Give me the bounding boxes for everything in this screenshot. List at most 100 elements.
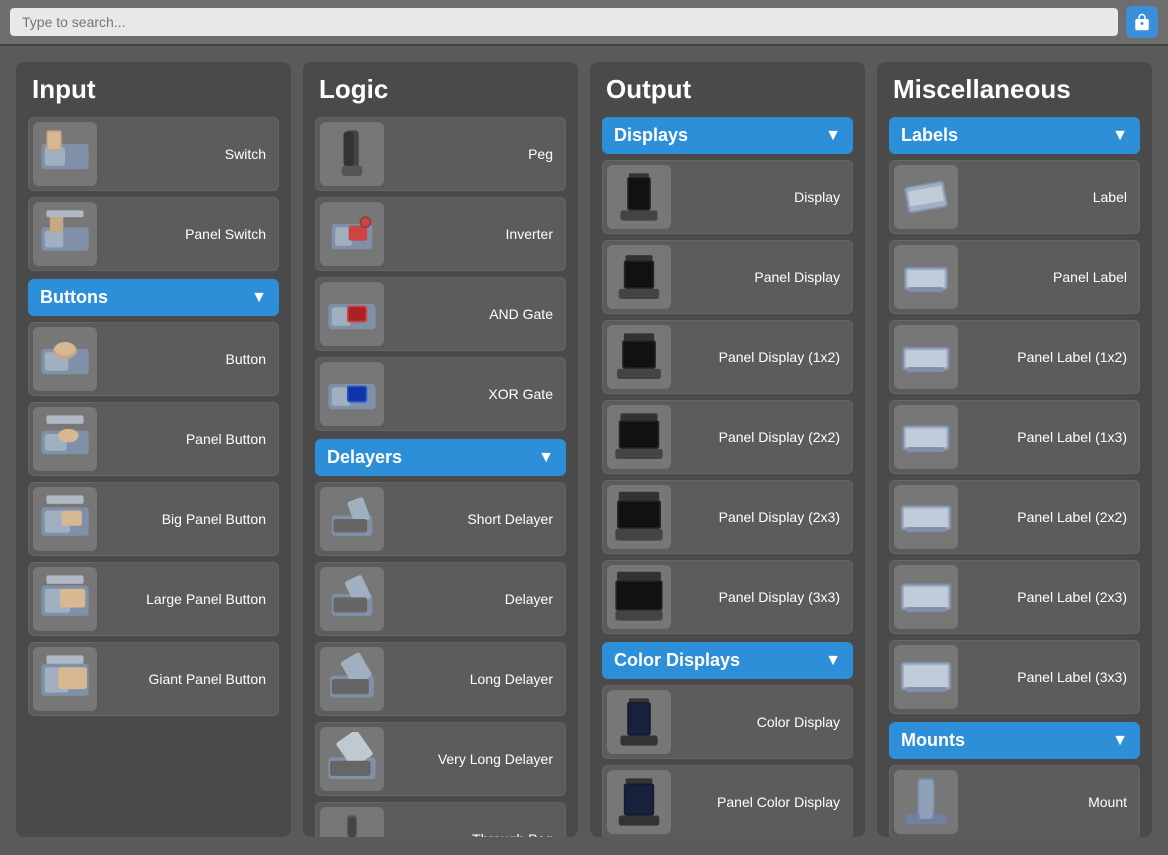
- item-row-color-display[interactable]: Color Display: [602, 685, 853, 759]
- section-header-buttons[interactable]: Buttons ▼: [28, 279, 279, 316]
- item-label-short-delayer: Short Delayer: [392, 510, 561, 528]
- item-label-panel-display-2x3: Panel Display (2x3): [679, 508, 848, 526]
- column-output: Output Displays ▼ Display: [590, 62, 865, 837]
- item-label-display: Display: [679, 188, 848, 206]
- item-row-inverter[interactable]: Inverter: [315, 197, 566, 271]
- item-icon-color-display: [607, 690, 671, 754]
- item-label-panel-label-3x3: Panel Label (3x3): [966, 668, 1135, 686]
- search-input[interactable]: [10, 8, 1118, 36]
- item-row-panel-display-2x3[interactable]: Panel Display (2x3): [602, 480, 853, 554]
- section-header-mounts[interactable]: Mounts ▼: [889, 722, 1140, 759]
- item-row-through-peg[interactable]: Through Peg: [315, 802, 566, 837]
- item-row-panel-color-display[interactable]: Panel Color Display: [602, 765, 853, 837]
- item-row-panel-label[interactable]: Panel Label: [889, 240, 1140, 314]
- chevron-down-icon: ▼: [825, 127, 841, 145]
- item-label-mount: Mount: [966, 793, 1135, 811]
- column-input: Input Switch Panel Switch Buttons: [16, 62, 291, 837]
- item-icon-panel-display-2x3: [607, 485, 671, 549]
- section-header-title: Buttons: [40, 287, 108, 308]
- item-icon-button: [33, 327, 97, 391]
- item-icon-inverter: [320, 202, 384, 266]
- item-icon-label: [894, 165, 958, 229]
- item-row-and-gate[interactable]: AND Gate: [315, 277, 566, 351]
- item-row-panel-label-2x3[interactable]: Panel Label (2x3): [889, 560, 1140, 634]
- item-label-panel-label: Panel Label: [966, 268, 1135, 286]
- item-icon-through-peg: [320, 807, 384, 837]
- item-icon-delayer: [320, 567, 384, 631]
- item-label-panel-button: Panel Button: [105, 430, 274, 448]
- item-icon-short-delayer: [320, 487, 384, 551]
- item-label-very-long-delayer: Very Long Delayer: [392, 750, 561, 768]
- item-icon-panel-label-2x2: [894, 485, 958, 549]
- column-logic: Logic Peg Inverter: [303, 62, 578, 837]
- item-row-peg[interactable]: Peg: [315, 117, 566, 191]
- item-row-display[interactable]: Display: [602, 160, 853, 234]
- item-row-panel-switch[interactable]: Panel Switch: [28, 197, 279, 271]
- item-row-panel-label-1x3[interactable]: Panel Label (1x3): [889, 400, 1140, 474]
- item-icon-panel-label: [894, 245, 958, 309]
- section-header-delayers[interactable]: Delayers ▼: [315, 439, 566, 476]
- item-label-xor-gate: XOR Gate: [392, 385, 561, 403]
- lock-button[interactable]: [1126, 6, 1158, 38]
- item-label-and-gate: AND Gate: [392, 305, 561, 323]
- item-icon-big-panel-button: [33, 487, 97, 551]
- item-label-large-panel-button: Large Panel Button: [105, 590, 274, 608]
- item-icon-panel-label-3x3: [894, 645, 958, 709]
- item-icon-panel-display-2x2: [607, 405, 671, 469]
- main-content: Input Switch Panel Switch Buttons: [0, 46, 1168, 853]
- section-header-title: Mounts: [901, 730, 965, 751]
- item-icon-panel-display-1x2: [607, 325, 671, 389]
- item-row-switch[interactable]: Switch: [28, 117, 279, 191]
- item-row-label[interactable]: Label: [889, 160, 1140, 234]
- item-label-panel-label-1x3: Panel Label (1x3): [966, 428, 1135, 446]
- item-row-short-delayer[interactable]: Short Delayer: [315, 482, 566, 556]
- item-row-big-panel-button[interactable]: Big Panel Button: [28, 482, 279, 556]
- section-header-title: Labels: [901, 125, 958, 146]
- item-row-very-long-delayer[interactable]: Very Long Delayer: [315, 722, 566, 796]
- section-header-labels[interactable]: Labels ▼: [889, 117, 1140, 154]
- item-row-button[interactable]: Button: [28, 322, 279, 396]
- item-row-mount[interactable]: Mount: [889, 765, 1140, 837]
- item-icon-and-gate: [320, 282, 384, 346]
- item-icon-mount: [894, 770, 958, 834]
- item-row-panel-button[interactable]: Panel Button: [28, 402, 279, 476]
- item-row-giant-panel-button[interactable]: Giant Panel Button: [28, 642, 279, 716]
- item-icon-large-panel-button: [33, 567, 97, 631]
- item-icon-panel-button: [33, 407, 97, 471]
- item-label-through-peg: Through Peg: [392, 830, 561, 837]
- item-row-large-panel-button[interactable]: Large Panel Button: [28, 562, 279, 636]
- item-icon-panel-display: [607, 245, 671, 309]
- item-row-panel-display-1x2[interactable]: Panel Display (1x2): [602, 320, 853, 394]
- section-header-displays[interactable]: Displays ▼: [602, 117, 853, 154]
- item-icon-xor-gate: [320, 362, 384, 426]
- item-label-inverter: Inverter: [392, 225, 561, 243]
- item-row-delayer[interactable]: Delayer: [315, 562, 566, 636]
- column-title-miscellaneous: Miscellaneous: [889, 74, 1140, 105]
- section-header-title: Delayers: [327, 447, 402, 468]
- item-row-panel-display[interactable]: Panel Display: [602, 240, 853, 314]
- item-row-panel-display-3x3[interactable]: Panel Display (3x3): [602, 560, 853, 634]
- item-row-xor-gate[interactable]: XOR Gate: [315, 357, 566, 431]
- item-row-long-delayer[interactable]: Long Delayer: [315, 642, 566, 716]
- item-row-panel-display-2x2[interactable]: Panel Display (2x2): [602, 400, 853, 474]
- item-label-button: Button: [105, 350, 274, 368]
- item-row-panel-label-3x3[interactable]: Panel Label (3x3): [889, 640, 1140, 714]
- item-row-panel-label-2x2[interactable]: Panel Label (2x2): [889, 480, 1140, 554]
- item-label-switch: Switch: [105, 145, 274, 163]
- item-label-delayer: Delayer: [392, 590, 561, 608]
- item-icon-panel-display-3x3: [607, 565, 671, 629]
- section-header-color-displays[interactable]: Color Displays ▼: [602, 642, 853, 679]
- item-label-big-panel-button: Big Panel Button: [105, 510, 274, 528]
- item-icon-very-long-delayer: [320, 727, 384, 791]
- item-label-peg: Peg: [392, 145, 561, 163]
- item-label-panel-label-2x3: Panel Label (2x3): [966, 588, 1135, 606]
- column-title-logic: Logic: [315, 74, 566, 105]
- chevron-down-icon: ▼: [1112, 732, 1128, 750]
- item-icon-peg: [320, 122, 384, 186]
- item-icon-panel-label-2x3: [894, 565, 958, 629]
- item-label-label: Label: [966, 188, 1135, 206]
- section-header-title: Displays: [614, 125, 688, 146]
- item-row-panel-label-1x2[interactable]: Panel Label (1x2): [889, 320, 1140, 394]
- item-label-panel-color-display: Panel Color Display: [679, 793, 848, 811]
- item-icon-display: [607, 165, 671, 229]
